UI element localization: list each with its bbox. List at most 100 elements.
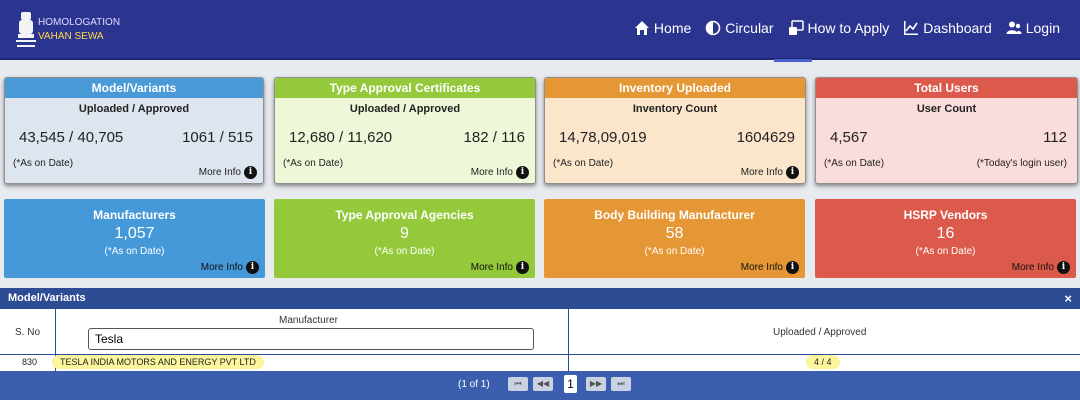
card-note: (*As on Date) bbox=[824, 158, 885, 169]
nav-dashboard[interactable]: Dashboard bbox=[903, 20, 992, 36]
home-icon bbox=[634, 21, 649, 35]
emblem-logo bbox=[16, 12, 36, 47]
card-note: (*As on Date) bbox=[915, 246, 976, 257]
card-subtitle: Inventory Count bbox=[632, 103, 718, 115]
circle-half-icon bbox=[705, 20, 721, 36]
more-info-label: More Info bbox=[740, 167, 783, 178]
card-subtitle: Uploaded / Approved bbox=[349, 103, 461, 115]
more-info-link[interactable]: More Info i bbox=[741, 261, 799, 274]
brand-line-1: HOMOLOGATION bbox=[38, 17, 121, 28]
card-value-today: 1061 / 515 bbox=[182, 129, 253, 146]
next-page-button[interactable]: ▶▶ bbox=[586, 377, 606, 391]
nav-circular[interactable]: Circular bbox=[705, 20, 774, 36]
info-icon: i bbox=[246, 261, 259, 274]
card-value-today: 182 / 116 bbox=[463, 129, 525, 146]
more-info-label: More Info bbox=[1011, 262, 1054, 273]
model-variants-table: S. No Manufacturer Uploaded / Approved 8… bbox=[0, 309, 1080, 371]
card-note-today: (*Today's login user) bbox=[976, 158, 1067, 169]
nav-login[interactable]: Login bbox=[1006, 20, 1060, 36]
nav-home[interactable]: Home bbox=[634, 20, 691, 36]
card-value-total: 12,680 / 11,620 bbox=[289, 129, 393, 146]
card-value-today: 112 bbox=[1043, 129, 1067, 146]
card-manufacturers: Manufacturers 1,057 (*As on Date) More I… bbox=[4, 199, 265, 278]
apply-icon bbox=[788, 20, 804, 35]
more-info-label: More Info bbox=[198, 167, 241, 178]
last-page-button[interactable]: ⏭ bbox=[611, 377, 631, 391]
page-number-button[interactable]: 1 bbox=[564, 375, 577, 393]
card-value-total: 43,545 / 40,705 bbox=[19, 129, 124, 146]
card-value: 1,057 bbox=[114, 225, 155, 242]
card-value-total: 14,78,09,019 bbox=[559, 129, 647, 146]
cell-uploaded-approved: 4 / 4 bbox=[806, 355, 840, 369]
nav-dashboard-label: Dashboard bbox=[923, 20, 992, 36]
card-value: 58 bbox=[665, 225, 684, 242]
card-inventory-uploaded: Inventory Uploaded Inventory Count 14,78… bbox=[544, 77, 806, 184]
card-title: HSRP Vendors bbox=[903, 208, 988, 222]
more-info-label: More Info bbox=[470, 167, 513, 178]
card-body-building-manufacturer: Body Building Manufacturer 58 (*As on Da… bbox=[544, 199, 805, 278]
panel-title: Model/Variants bbox=[8, 292, 86, 304]
more-info-link[interactable]: More Info i bbox=[471, 166, 529, 179]
card-model-variants: Model/Variants Uploaded / Approved 43,54… bbox=[4, 77, 264, 184]
card-value: 9 bbox=[400, 225, 409, 242]
close-icon[interactable]: × bbox=[1064, 288, 1072, 309]
cell-manufacturer: TESLA INDIA MOTORS AND ENERGY PVT LTD bbox=[52, 355, 264, 369]
card-hsrp-vendors: HSRP Vendors 16 (*As on Date) More Info i bbox=[815, 199, 1076, 278]
card-title: Type Approval Agencies bbox=[335, 208, 474, 222]
column-header-uploaded-approved: Uploaded / Approved bbox=[773, 327, 867, 338]
card-value-today: 1604629 bbox=[736, 129, 795, 146]
card-title: Total Users bbox=[816, 78, 1077, 98]
more-info-link[interactable]: More Info i bbox=[1012, 261, 1070, 274]
more-info-link[interactable]: More Info i bbox=[201, 261, 259, 274]
card-note: (*As on Date) bbox=[104, 246, 165, 257]
brand-line-2: VAHAN SEWA bbox=[38, 31, 104, 42]
card-note: (*As on Date) bbox=[283, 158, 344, 169]
card-title: Inventory Uploaded bbox=[545, 78, 805, 98]
table-paginator: (1 of 1) ⏮ ◀◀ 1 ▶▶ ⏭ bbox=[0, 371, 1080, 400]
chart-icon bbox=[904, 21, 919, 35]
card-type-approval-agencies: Type Approval Agencies 9 (*As on Date) M… bbox=[274, 199, 535, 278]
more-info-label: More Info bbox=[470, 262, 513, 273]
panel-header: Model/Variants × bbox=[0, 288, 1080, 309]
prev-page-button[interactable]: ◀◀ bbox=[533, 377, 553, 391]
page-info: (1 of 1) bbox=[458, 379, 490, 390]
more-info-label: More Info bbox=[740, 262, 783, 273]
card-title: Type Approval Certificates bbox=[275, 78, 535, 98]
card-note: (*As on Date) bbox=[374, 246, 435, 257]
info-icon: i bbox=[1057, 261, 1070, 274]
card-title: Manufacturers bbox=[93, 208, 176, 222]
card-subtitle: Uploaded / Approved bbox=[78, 103, 190, 115]
nav-circular-label: Circular bbox=[725, 20, 774, 36]
first-page-button[interactable]: ⏮ bbox=[508, 377, 528, 391]
card-value: 16 bbox=[936, 225, 955, 242]
card-subtitle: User Count bbox=[916, 103, 977, 115]
more-info-link[interactable]: More Info i bbox=[199, 166, 257, 179]
card-title: Body Building Manufacturer bbox=[594, 208, 755, 222]
nav-login-label: Login bbox=[1025, 20, 1060, 36]
info-icon: i bbox=[516, 261, 529, 274]
info-icon: i bbox=[786, 166, 799, 179]
main-nav: Home Circular How to Apply Dashboard Log… bbox=[634, 20, 1060, 36]
card-value-total: 4,567 bbox=[830, 129, 868, 146]
column-divider bbox=[568, 309, 569, 371]
nav-how-to-apply[interactable]: How to Apply bbox=[788, 20, 890, 36]
card-note: (*As on Date) bbox=[13, 158, 74, 169]
card-type-approval-certificates: Type Approval Certificates Uploaded / Ap… bbox=[274, 77, 536, 184]
brand-name: HOMOLOGATION VAHAN SEWA bbox=[38, 16, 120, 44]
info-icon: i bbox=[516, 166, 529, 179]
more-info-link[interactable]: More Info i bbox=[741, 166, 799, 179]
nav-active-indicator bbox=[774, 59, 812, 62]
more-info-link[interactable]: More Info i bbox=[471, 261, 529, 274]
manufacturer-search-input[interactable] bbox=[88, 328, 534, 350]
column-header-manufacturer: Manufacturer bbox=[279, 315, 338, 326]
nav-how-to-apply-label: How to Apply bbox=[807, 20, 890, 36]
users-icon bbox=[1006, 21, 1022, 34]
card-total-users: Total Users User Count 4,567 112 (*As on… bbox=[815, 77, 1078, 184]
nav-home-label: Home bbox=[653, 20, 692, 36]
card-note: (*As on Date) bbox=[553, 158, 614, 169]
card-title: Model/Variants bbox=[5, 78, 263, 98]
info-icon: i bbox=[786, 261, 799, 274]
top-navbar: HOMOLOGATION VAHAN SEWA Home Circular Ho… bbox=[0, 0, 1080, 62]
more-info-label: More Info bbox=[200, 262, 243, 273]
column-header-sno: S. No bbox=[15, 327, 41, 338]
